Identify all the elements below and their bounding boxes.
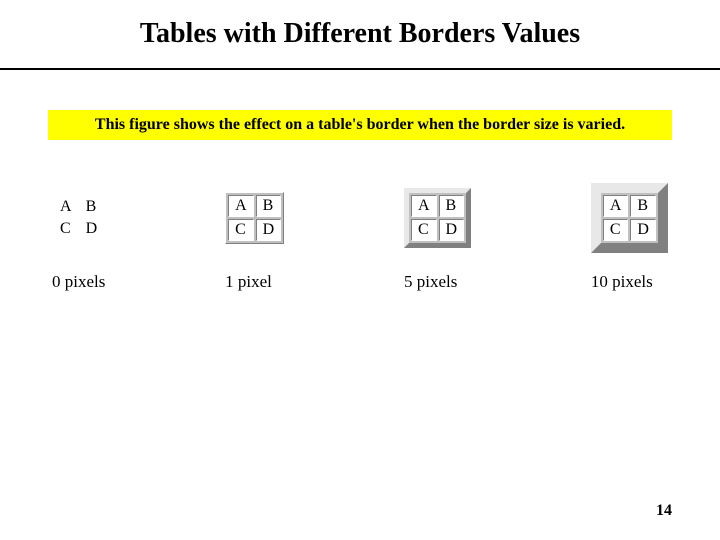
example-label: 10 pixels: [591, 272, 653, 292]
example-label: 5 pixels: [404, 272, 457, 292]
examples-row: A B C D 0 pixels A B: [52, 178, 668, 292]
page-number: 14: [656, 502, 672, 520]
cell: B: [80, 197, 104, 217]
cell: B: [439, 195, 465, 217]
table-border-1: A B C D: [225, 192, 284, 244]
cell: C: [411, 219, 437, 241]
table-border-5: A B C D: [404, 188, 471, 248]
cell: D: [630, 219, 656, 241]
cell: D: [80, 219, 104, 239]
example-label: 1 pixel: [225, 272, 272, 292]
cell: D: [439, 219, 465, 241]
cell: A: [411, 195, 437, 217]
title-rule: [0, 68, 720, 70]
example-5px: A B C D 5 pixels: [404, 178, 471, 292]
example-label: 0 pixels: [52, 272, 105, 292]
cell: A: [54, 197, 78, 217]
cell: B: [256, 195, 282, 217]
cell: A: [228, 195, 254, 217]
cell: C: [54, 219, 78, 239]
example-1px: A B C D 1 pixel: [225, 178, 284, 292]
caption-box: This figure shows the effect on a table'…: [48, 110, 672, 140]
table-border-10: A B C D: [591, 183, 668, 253]
cell: C: [603, 219, 629, 241]
cell: C: [228, 219, 254, 241]
cell: A: [603, 195, 629, 217]
table-border-0: A B C D: [52, 195, 105, 241]
example-10px: A B C D 10 pixels: [591, 178, 668, 292]
cell: D: [256, 219, 282, 241]
example-0px: A B C D 0 pixels: [52, 178, 105, 292]
cell: B: [630, 195, 656, 217]
slide-title: Tables with Different Borders Values: [0, 0, 720, 50]
